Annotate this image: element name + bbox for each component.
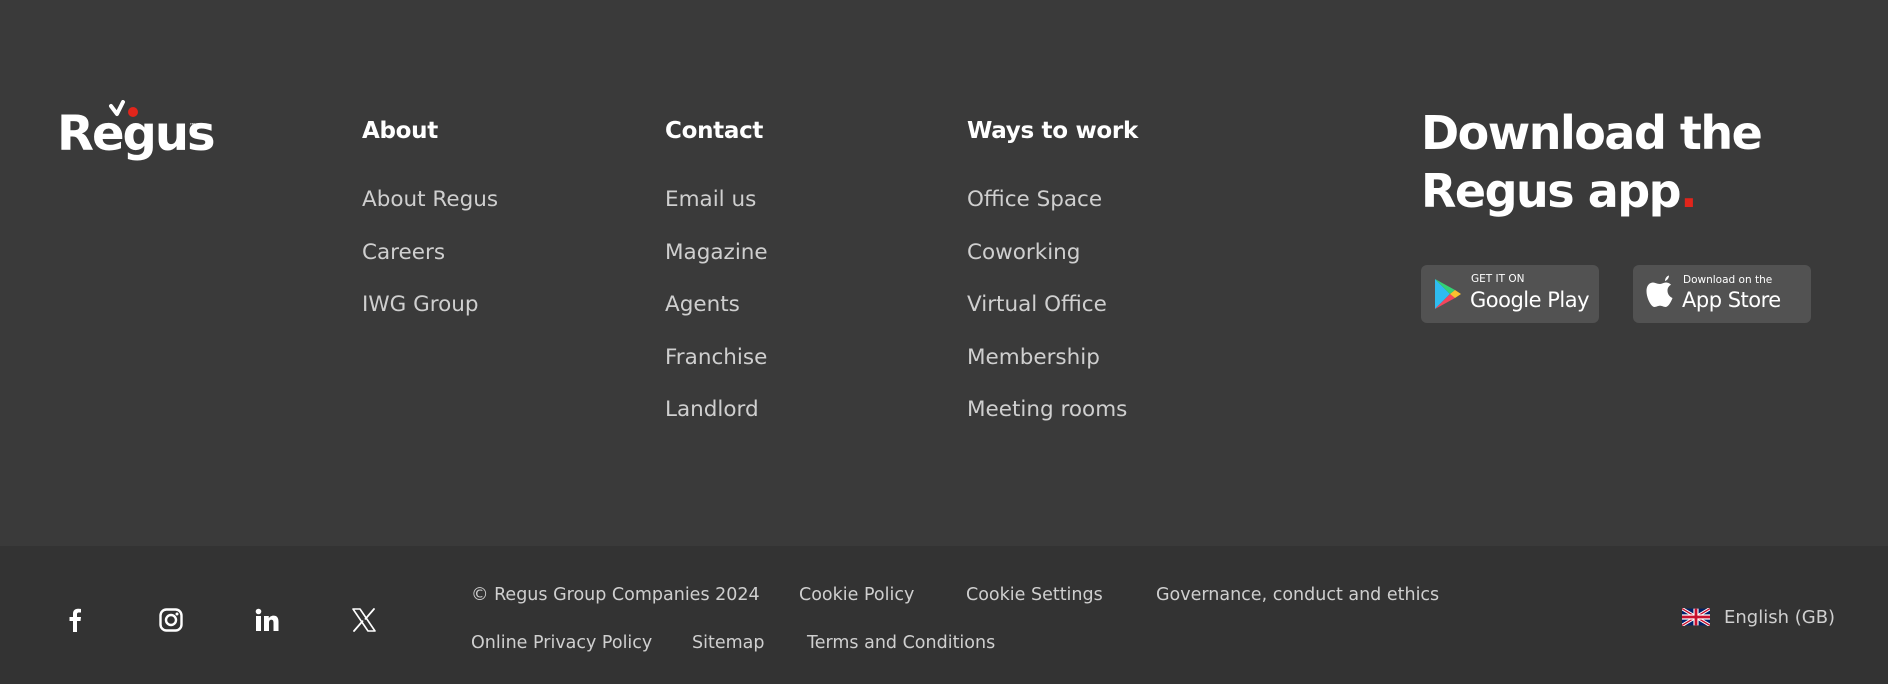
logo-trademark: ™ [189,122,196,130]
app-store-button[interactable]: Download on the App Store [1633,265,1811,323]
link-membership[interactable]: Membership [967,345,1138,398]
facebook-icon [69,608,81,632]
cookie-settings-link[interactable]: Cookie Settings [966,584,1103,606]
link-franchise[interactable]: Franchise [665,345,768,398]
footer-column-ways-to-work: Ways to work Office Space Coworking Virt… [967,117,1138,450]
link-virtual-office[interactable]: Virtual Office [967,292,1138,345]
linkedin-icon [255,608,279,631]
google-play-small-text: GET IT ON [1471,273,1525,285]
app-store-big-text: App Store [1682,288,1781,312]
footer-bottom-bar [0,546,1888,684]
google-play-button[interactable]: GET IT ON Google Play [1421,265,1599,323]
sitemap-link[interactable]: Sitemap [692,632,764,654]
link-magazine[interactable]: Magazine [665,240,768,293]
terms-link[interactable]: Terms and Conditions [807,632,995,654]
download-app-line2: Regus app [1421,164,1682,218]
link-meeting-rooms[interactable]: Meeting rooms [967,397,1138,450]
facebook-link[interactable] [59,604,91,636]
accent-dot: . [1680,164,1697,218]
app-store-small-text: Download on the [1683,274,1773,286]
linkedin-link[interactable] [251,604,283,636]
google-play-big-text: Google Play [1470,288,1590,312]
download-app-line2-wrap: Regus app. [1421,162,1761,220]
link-about-regus[interactable]: About Regus [362,187,498,240]
download-app-line1: Download the [1421,106,1763,160]
link-coworking[interactable]: Coworking [967,240,1138,293]
cookie-policy-link[interactable]: Cookie Policy [799,584,914,606]
governance-link[interactable]: Governance, conduct and ethics [1156,584,1439,606]
column-heading-contact: Contact [665,118,764,144]
language-label: English (GB) [1724,606,1836,628]
language-selector[interactable]: English (GB) [1682,606,1835,628]
x-icon [352,608,376,632]
footer-column-contact: Contact Email us Magazine Agents Franchi… [665,117,768,450]
link-landlord[interactable]: Landlord [665,397,768,450]
column-heading-about: About [362,118,438,144]
copyright-text: © Regus Group Companies 2024 [471,585,760,605]
uk-flag-icon [1682,608,1710,626]
instagram-icon [159,608,183,632]
instagram-link[interactable] [155,604,187,636]
regus-logo[interactable]: Regus ™ [57,98,216,176]
link-agents[interactable]: Agents [665,292,768,345]
link-office-space[interactable]: Office Space [967,187,1138,240]
footer-main [0,0,1888,546]
footer-column-about: About About Regus Careers IWG Group [362,117,498,345]
link-careers[interactable]: Careers [362,240,498,293]
apple-icon [1646,275,1673,307]
x-link[interactable] [348,604,380,636]
download-app-heading: Download the Regus app. [1421,104,1763,220]
column-heading-ways-to-work: Ways to work [967,118,1138,144]
logo-wordmark: Regus [57,106,216,162]
link-iwg-group[interactable]: IWG Group [362,292,498,345]
google-play-icon [1435,279,1461,309]
privacy-policy-link[interactable]: Online Privacy Policy [471,632,652,654]
link-email-us[interactable]: Email us [665,187,768,240]
